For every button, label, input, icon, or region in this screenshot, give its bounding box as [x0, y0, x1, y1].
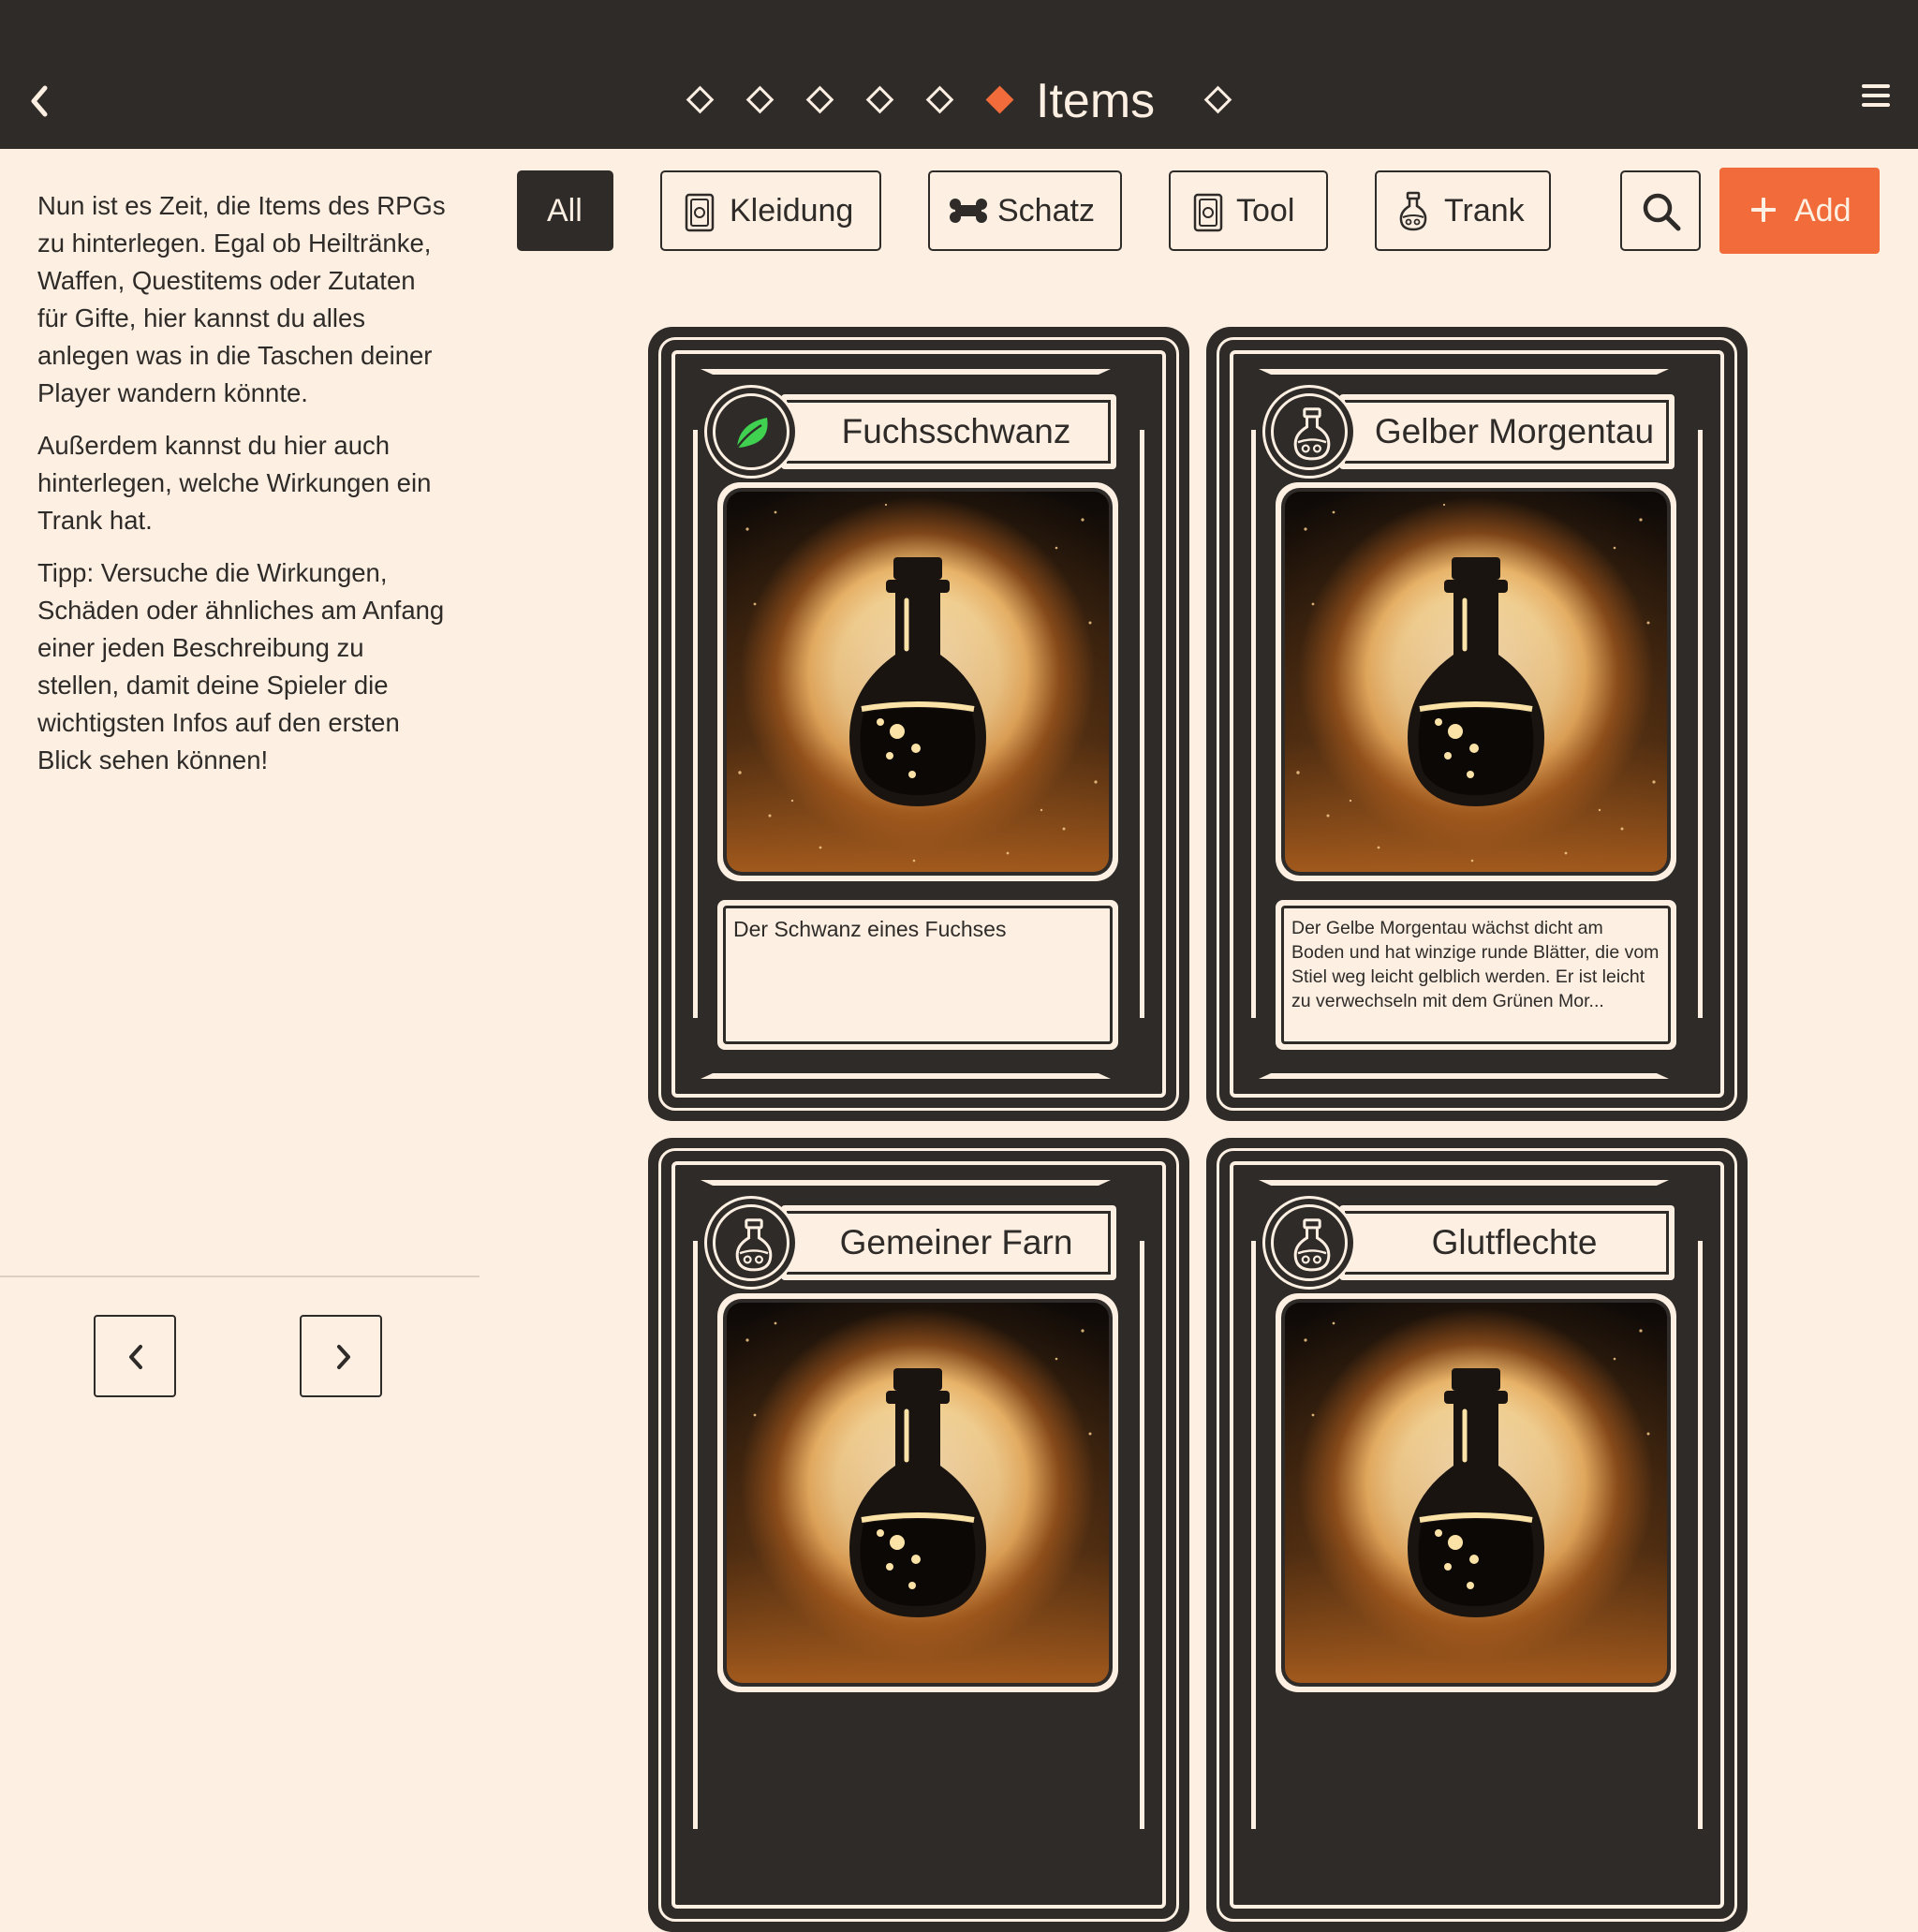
intro-paragraph-3: Tipp: Versuche die Wirkungen, Schäden od…	[37, 558, 445, 774]
intro-paragraph-2: Außerdem kannst du hier auch hinterlegen…	[37, 431, 432, 535]
card-ornament	[1698, 1241, 1703, 1829]
item-title-box: Gemeiner Farn	[781, 1205, 1116, 1280]
intro-text: Nun ist es Zeit, die Items des RPGs zu h…	[37, 187, 450, 794]
card-ornament	[693, 430, 698, 1018]
plus-icon	[1751, 198, 1776, 222]
card-ornament	[1140, 1241, 1144, 1829]
filter-kleidung-label: Kleidung	[730, 193, 854, 229]
step-indicator-3[interactable]	[805, 85, 834, 114]
item-title-box: Fuchsschwanz	[781, 394, 1116, 469]
item-image	[1276, 1293, 1676, 1692]
item-card[interactable]: Gelber Morgentau Der Gelbe Morgentau wäc…	[1206, 327, 1748, 1121]
leaf-icon	[735, 418, 768, 449]
menu-button[interactable]	[1858, 81, 1894, 112]
step-indicator-5[interactable]	[925, 85, 954, 114]
card-ornament	[1259, 1073, 1669, 1079]
item-card[interactable]: Gemeiner Farn	[648, 1138, 1189, 1932]
filter-trank[interactable]: Trank	[1375, 170, 1551, 251]
search-icon	[1643, 193, 1681, 231]
filter-tool-label: Tool	[1236, 193, 1295, 229]
card-ornament	[1698, 430, 1703, 1018]
chevron-right-icon	[337, 1345, 350, 1369]
hamburger-menu-icon	[1862, 84, 1890, 107]
previous-page-button[interactable]	[94, 1315, 176, 1397]
item-card[interactable]: Glutflechte	[1206, 1138, 1748, 1932]
item-type-badge	[1262, 1196, 1356, 1290]
step-indicator-items[interactable]	[985, 85, 1014, 114]
bone-icon	[950, 199, 987, 223]
search-button[interactable]	[1620, 170, 1701, 251]
card-ornament	[701, 369, 1111, 375]
item-name: Glutflechte	[1431, 1223, 1598, 1261]
potion-icon	[1293, 1218, 1331, 1272]
next-page-button[interactable]	[300, 1315, 382, 1397]
step-indicator-7[interactable]	[1203, 85, 1232, 114]
filter-trank-label: Trank	[1444, 193, 1525, 229]
item-name: Fuchsschwanz	[841, 412, 1071, 450]
item-title-box: Glutflechte	[1339, 1205, 1675, 1280]
panel-divider	[0, 1276, 480, 1277]
potion-icon	[1399, 191, 1427, 231]
card-deck-icon	[1193, 193, 1223, 232]
potion-icon	[735, 1218, 773, 1272]
card-ornament	[1259, 369, 1669, 375]
item-description: Der Gelbe Morgentau wächst dicht am Bode…	[1291, 918, 1660, 1011]
page-title: Items	[1036, 74, 1156, 128]
item-title-box: Gelber Morgentau	[1339, 394, 1675, 469]
card-ornament	[1251, 1241, 1256, 1829]
potion-icon	[1293, 407, 1331, 461]
filter-all[interactable]: All	[517, 170, 613, 251]
item-image	[1276, 482, 1676, 881]
card-ornament	[1140, 430, 1144, 1018]
item-type-badge	[1262, 385, 1356, 479]
step-indicator-4[interactable]	[865, 85, 894, 114]
intro-paragraph-1: Nun ist es Zeit, die Items des RPGs zu h…	[37, 191, 446, 407]
chevron-left-icon	[129, 1345, 142, 1369]
add-item-button[interactable]: Add	[1719, 168, 1880, 254]
card-ornament	[1259, 1180, 1669, 1186]
step-indicator-2[interactable]	[745, 85, 775, 114]
item-description-box: Der Gelbe Morgentau wächst dicht am Bode…	[1276, 900, 1676, 1050]
item-type-badge	[704, 385, 798, 479]
filter-tool[interactable]: Tool	[1169, 170, 1328, 251]
item-name: Gelber Morgentau	[1374, 412, 1655, 450]
card-ornament	[701, 1073, 1111, 1079]
card-deck-icon	[685, 193, 715, 232]
step-progress: Items	[0, 66, 1918, 137]
filter-schatz-label: Schatz	[997, 193, 1095, 229]
filter-kleidung[interactable]: Kleidung	[660, 170, 881, 251]
card-ornament	[693, 1241, 698, 1829]
item-name: Gemeiner Farn	[839, 1223, 1073, 1261]
item-description-box: Der Schwanz eines Fuchses	[717, 900, 1118, 1050]
card-ornament	[701, 1180, 1111, 1186]
filter-schatz[interactable]: Schatz	[928, 170, 1122, 251]
item-card[interactable]: Fuchsschwanz Der Schwanz eines Fuchses	[648, 327, 1189, 1121]
item-image	[717, 482, 1118, 881]
add-item-label: Add	[1794, 193, 1852, 229]
filter-all-label: All	[547, 193, 583, 229]
item-image	[717, 1293, 1118, 1692]
item-type-badge	[704, 1196, 798, 1290]
step-indicator-1[interactable]	[686, 85, 715, 114]
card-ornament	[1251, 430, 1256, 1018]
top-bar: Items	[0, 0, 1918, 149]
item-description: Der Schwanz eines Fuchses	[733, 917, 1007, 941]
